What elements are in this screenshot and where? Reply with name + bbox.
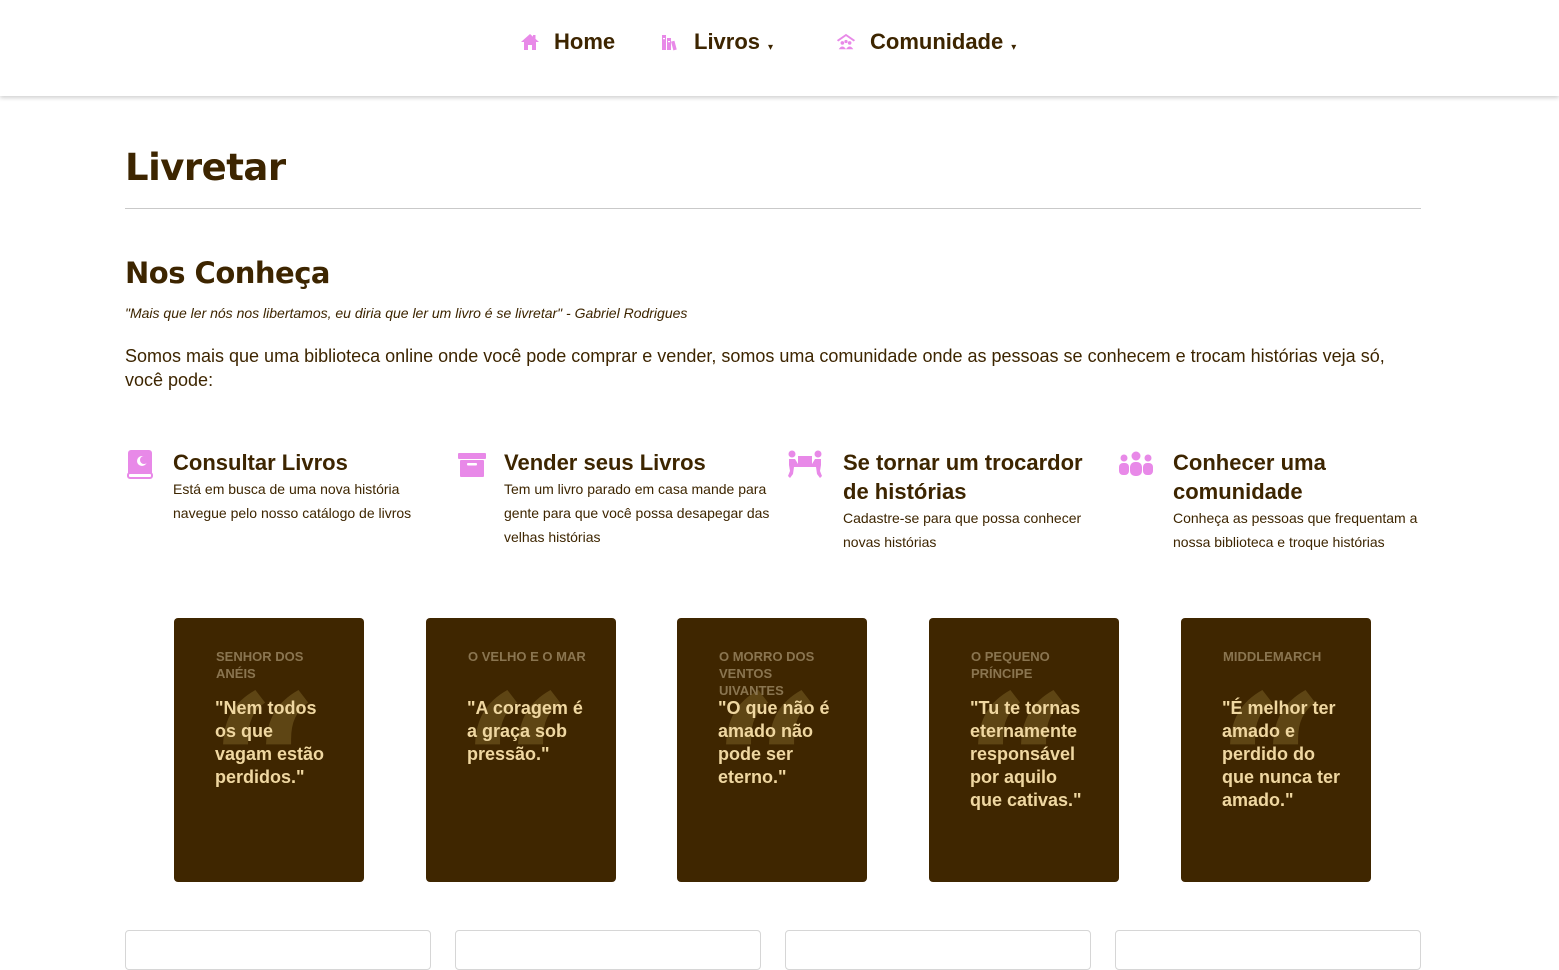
quote-book-title: O Morro dos Ventos Uivantes — [719, 649, 815, 698]
home-icon — [521, 34, 539, 50]
page-title: Livretar — [125, 146, 286, 189]
nav-livros-dropdown[interactable]: Livros ▾ — [660, 27, 773, 57]
quote-text: "Tu te tornas eternamente responsável po… — [970, 698, 1082, 810]
top-navbar: Home Livros ▾ Comunidade ▾ — [0, 0, 1559, 96]
quote-text: "Nem todos os que vagam estão perdidos." — [215, 698, 325, 787]
nav-comunidade-label: Comunidade — [870, 29, 1004, 54]
content-card — [785, 930, 1091, 970]
divider — [125, 208, 1421, 209]
book-icon — [127, 450, 153, 479]
people-carry-icon — [788, 450, 822, 478]
nav-comunidade-dropdown[interactable]: Comunidade ▾ — [836, 27, 1016, 57]
intro-text: Somos mais que uma biblioteca online ond… — [125, 346, 1385, 390]
quote-card: “ O Morro dos Ventos Uivantes "O que não… — [677, 618, 867, 882]
books-icon — [662, 35, 677, 51]
feature-consultar-livros: Consultar Livros Está em busca de uma no… — [125, 448, 445, 525]
quote-book-title: O Velho e o Mar — [468, 649, 586, 664]
quote-card: “ Middlemarch "É melhor ter amado e perd… — [1181, 618, 1371, 882]
quote-book-title: Middlemarch — [1223, 649, 1322, 664]
quote-card: “ Senhor dos Anéis "Nem todos os que vag… — [174, 618, 364, 882]
feature-desc: Conheça as pessoas que frequentam a noss… — [1173, 510, 1418, 550]
nav-home-label: Home — [554, 29, 616, 54]
quote-card: “ O Pequeno Príncipe "Tu te tornas etern… — [929, 618, 1119, 882]
section-title-nos-conheca: Nos Conheça — [125, 256, 330, 290]
community-house-icon — [836, 33, 856, 50]
quote-text: "O que não é amado não pode ser eterno." — [718, 698, 830, 787]
quote-card: “ O Velho e o Mar "A coragem é a graça s… — [426, 618, 616, 882]
nav-livros-label: Livros — [694, 29, 761, 54]
feature-desc: Está em busca de uma nova história naveg… — [173, 481, 412, 521]
users-icon — [1119, 451, 1153, 476]
archive-icon — [458, 453, 486, 477]
feature-trocador-historias: Se tornar um trocardor de histórias Cada… — [787, 448, 1107, 554]
feature-desc: Cadastre-se para que possa conhecer nova… — [843, 510, 1082, 550]
content-card — [455, 930, 761, 970]
quote-text: "É melhor ter amado e perdido do que nun… — [1222, 698, 1341, 810]
feature-title: Consultar Livros — [173, 450, 348, 475]
feature-title: Vender seus Livros — [504, 450, 706, 475]
motto-quote: "Mais que ler nós nos libertamos, eu dir… — [125, 305, 688, 321]
nav-home-link[interactable]: Home — [520, 27, 615, 57]
quote-book-title: O Pequeno Príncipe — [971, 649, 1050, 681]
feature-conhecer-comunidade: Conhecer uma comunidade Conheça as pesso… — [1117, 448, 1437, 554]
chevron-down-icon: ▾ — [768, 41, 774, 53]
quote-text: "A coragem é a graça sob pressão." — [467, 698, 583, 764]
feature-title: Se tornar um trocardor de histórias — [843, 450, 1083, 504]
chevron-down-icon: ▾ — [1011, 41, 1017, 53]
feature-title: Conhecer uma comunidade — [1173, 450, 1326, 504]
content-card — [1115, 930, 1421, 970]
content-card — [125, 930, 431, 970]
quote-book-title: Senhor dos Anéis — [216, 649, 304, 681]
feature-vender-livros: Vender seus Livros Tem um livro parado e… — [456, 448, 776, 549]
feature-desc: Tem um livro parado em casa mande para g… — [504, 481, 770, 545]
